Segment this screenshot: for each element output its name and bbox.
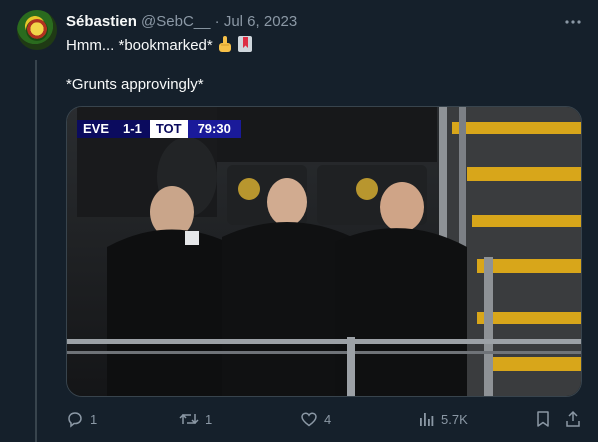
- bookmark-icon: [537, 411, 549, 427]
- reply-count: 1: [90, 411, 98, 427]
- view-count: 5.7K: [441, 411, 468, 427]
- bookmark-emoji: [237, 35, 253, 59]
- reply-icon: [68, 412, 82, 428]
- bookmark-button[interactable]: [535, 410, 557, 428]
- avatar[interactable]: [17, 10, 57, 50]
- share-button[interactable]: [564, 410, 588, 428]
- tweet-text-line1: Hmm... *bookmarked*: [66, 35, 253, 59]
- reply-button[interactable]: 1: [66, 410, 97, 428]
- retweet-button[interactable]: 1: [179, 410, 212, 428]
- stadium-photo: [67, 107, 581, 396]
- tweet-text-line2: *Grunts approvingly*: [66, 76, 204, 93]
- tweet-text: Hmm... *bookmarked*: [66, 37, 213, 54]
- match-score: 1-1: [115, 120, 150, 138]
- header-separator: ·: [214, 13, 220, 30]
- thread-line: [35, 60, 37, 442]
- heart-icon: [301, 412, 317, 427]
- tweet-image[interactable]: EVE 1-1 TOT 79:30: [66, 106, 582, 397]
- scoreboard: EVE 1-1 TOT 79:30: [77, 120, 241, 138]
- like-button[interactable]: 4: [300, 410, 331, 428]
- match-clock: 79:30: [187, 120, 241, 138]
- action-bar: 1 1 4 5.7K: [66, 410, 582, 430]
- pointing-up-hand-emoji: [217, 35, 233, 59]
- home-team: EVE: [77, 120, 116, 138]
- views-chart-icon: [420, 413, 434, 426]
- retweet-icon: [179, 413, 199, 425]
- author-handle[interactable]: @SebC__: [141, 13, 210, 30]
- more-options-icon[interactable]: [563, 12, 583, 32]
- tweet-header: Sébastien @SebC__ · Jul 6, 2023: [66, 12, 297, 32]
- share-icon: [566, 410, 580, 427]
- away-team: TOT: [149, 120, 188, 138]
- retweet-count: 1: [205, 411, 213, 427]
- tweet-date[interactable]: Jul 6, 2023: [224, 13, 297, 30]
- views-button[interactable]: 5.7K: [417, 410, 468, 428]
- like-count: 4: [324, 411, 332, 427]
- author-name[interactable]: Sébastien: [66, 13, 137, 30]
